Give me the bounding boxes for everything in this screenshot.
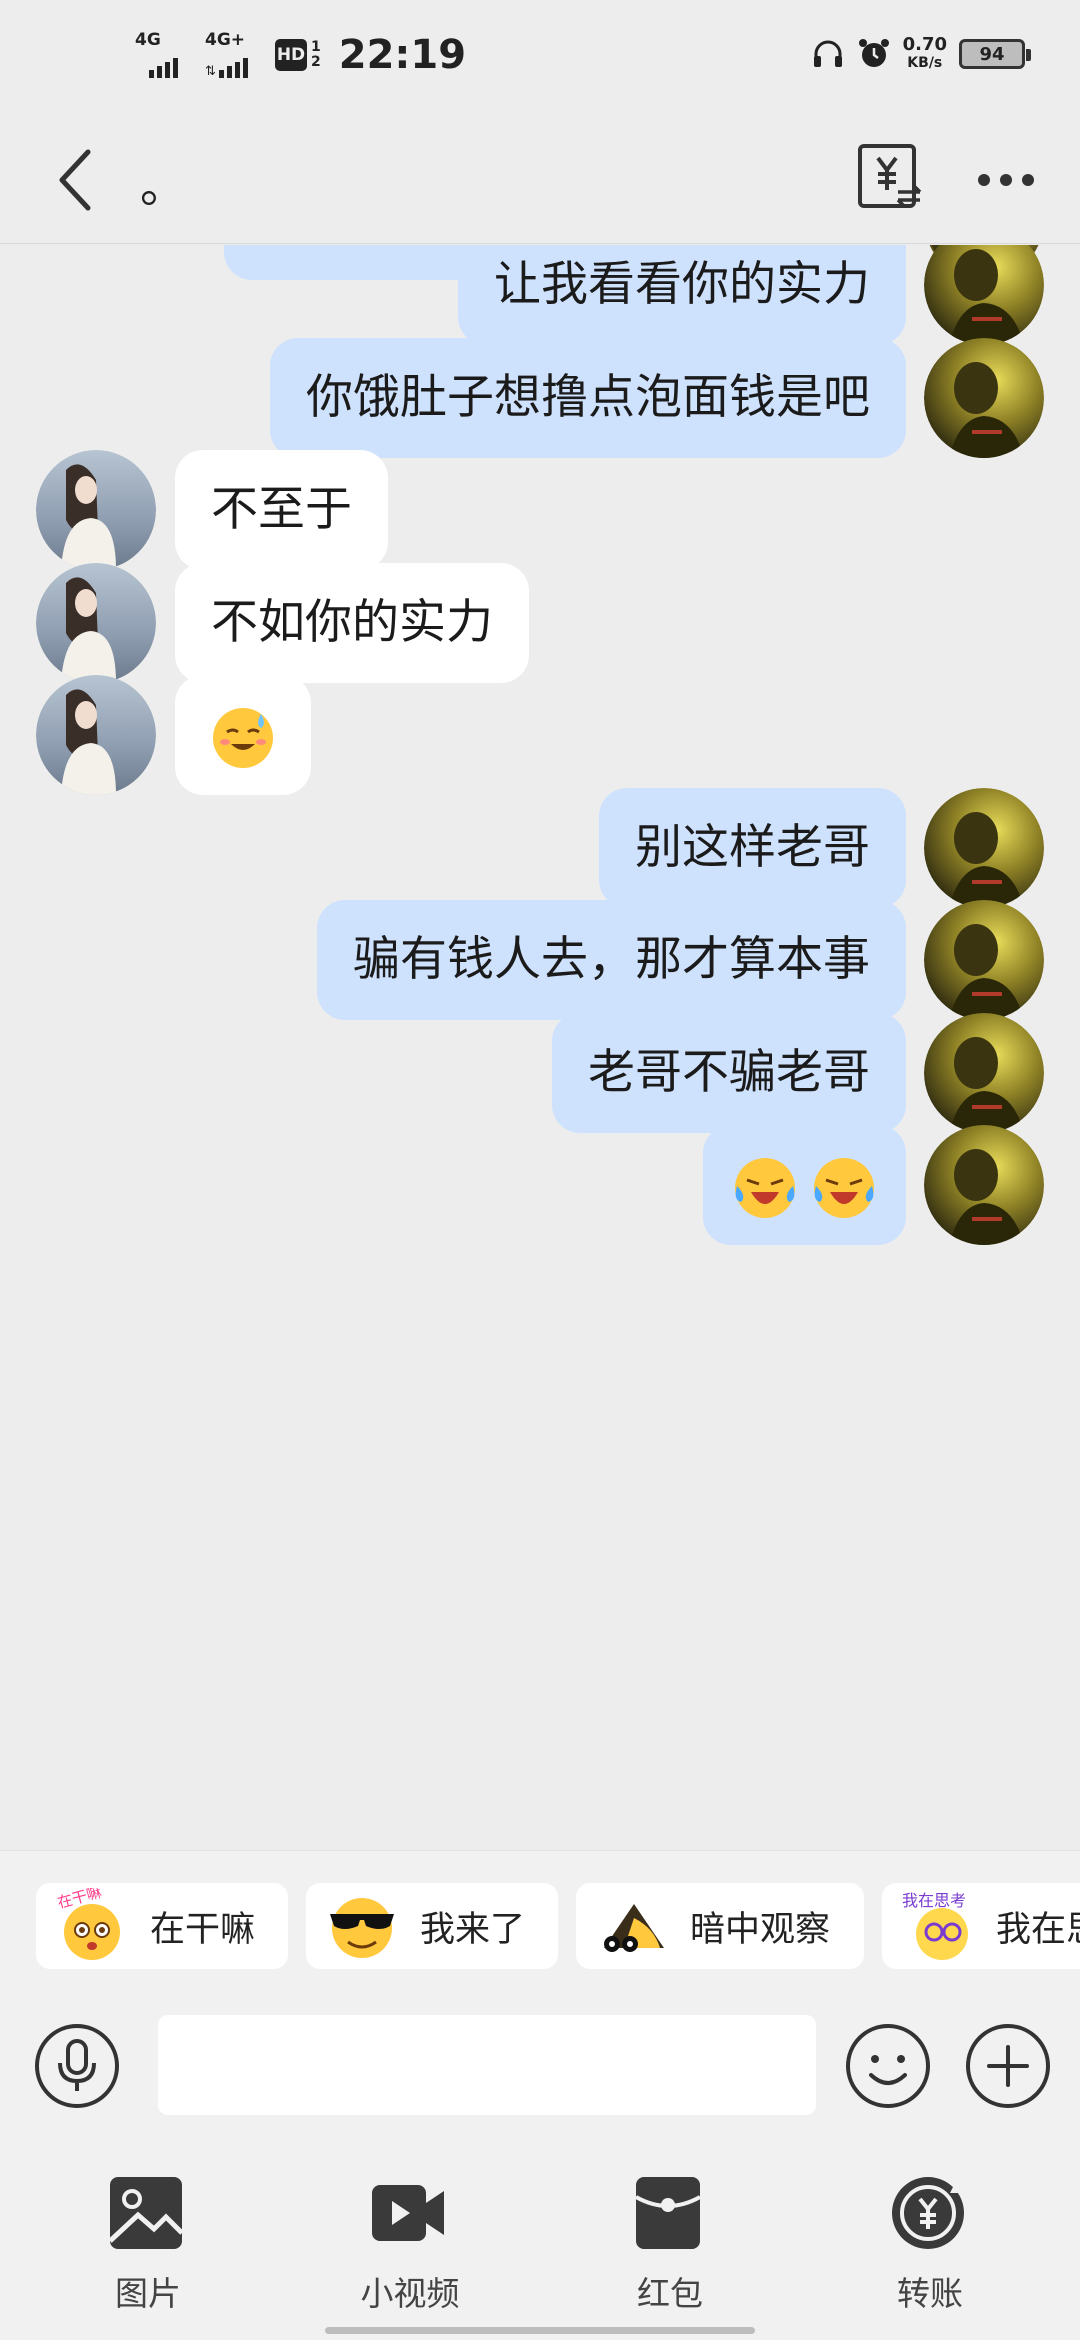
home-indicator[interactable]	[325, 2327, 755, 2334]
back-button[interactable]	[48, 140, 108, 220]
panel-item-image[interactable]: 图片	[68, 2175, 228, 2325]
quick-reply-label: 我来了	[420, 1909, 526, 1950]
my-avatar[interactable]	[924, 338, 1044, 458]
panel-item-video[interactable]: 小视频	[330, 2175, 490, 2325]
hd-label: HD	[276, 45, 306, 65]
signal-4g-plus-icon: 4G+ ⇅	[205, 30, 261, 80]
video-icon	[372, 2185, 444, 2241]
message-bubble[interactable]: 老哥不骗老哥	[552, 1013, 906, 1133]
quick-reply-label: 我在思考	[996, 1909, 1080, 1950]
sticker-icon: 我在思考	[902, 1891, 968, 1960]
net-speed-unit: KB/s	[907, 55, 943, 71]
quick-reply-chip[interactable]: 在干嘛 在干嘛	[36, 1883, 288, 1969]
my-avatar[interactable]	[924, 1013, 1044, 1133]
sticker-text: 我在思考	[902, 1891, 966, 1910]
contact-avatar[interactable]	[36, 450, 156, 570]
sticker-icon	[604, 1904, 664, 1952]
message-row: 骗有钱人去，那才算本事	[0, 900, 1080, 1020]
more-options-icon[interactable]	[975, 160, 1037, 200]
message-row: 老哥不骗老哥	[0, 1013, 1080, 1133]
hd-sim-top: 1	[311, 39, 321, 55]
contact-avatar[interactable]	[36, 563, 156, 683]
input-bar	[0, 1995, 1080, 2135]
message-row	[0, 1125, 1080, 1245]
message-row: 让我看看你的实力	[0, 245, 1080, 345]
sticker-icon: 在干嘛	[55, 1888, 120, 1960]
panel-item-label: 图片	[115, 2274, 181, 2313]
hd-sim-bottom: 2	[311, 54, 321, 70]
hd-sim-numbers: 12	[311, 40, 321, 70]
chat-header: 。	[0, 120, 1080, 244]
my-avatar[interactable]	[924, 900, 1044, 1020]
message-bubble[interactable]: 不至于	[175, 450, 388, 570]
transfer-icon	[892, 2177, 964, 2249]
quick-reply-chip[interactable]: 我来了	[306, 1883, 558, 1969]
microphone-icon[interactable]	[34, 2023, 120, 2109]
message-bubble[interactable]: 别这样老哥	[599, 788, 906, 908]
transfer-money-icon[interactable]	[856, 142, 926, 212]
message-bubble[interactable]	[703, 1125, 906, 1245]
quick-reply-chip[interactable]: 暗中观察	[576, 1883, 864, 1969]
message-bubble[interactable]	[175, 675, 311, 795]
my-avatar[interactable]	[924, 245, 1044, 345]
panel-item-transfer[interactable]: 转账	[850, 2175, 1010, 2325]
sticker-icon	[330, 1898, 394, 1958]
quick-reply-label: 暗中观察	[690, 1909, 831, 1950]
sweat-smile-emoji	[213, 707, 273, 768]
crying-laughing-emoji	[735, 1157, 796, 1218]
message-row	[0, 675, 1080, 795]
function-panel: 图片 小视频 红包 转账	[0, 2135, 1080, 2340]
message-list[interactable]: 让我看看你的实力 你饿肚子想撸点泡面钱是吧 不至于 不如你的实力 别这样老哥 骗…	[0, 245, 1080, 1845]
contact-avatar[interactable]	[36, 675, 156, 795]
image-icon	[108, 2177, 184, 2249]
emoji-icon[interactable]	[845, 2023, 931, 2109]
message-row: 不至于	[0, 450, 1080, 570]
signal-label: 4G+	[205, 30, 246, 50]
net-speed-value: 0.70	[902, 34, 947, 55]
crying-laughing-emoji	[814, 1157, 874, 1218]
hd-voice-icon: HD	[275, 39, 307, 71]
clock: 22:19	[338, 32, 467, 78]
plus-icon[interactable]	[965, 2023, 1051, 2109]
headset-icon	[813, 40, 842, 67]
message-input[interactable]	[158, 2015, 816, 2115]
panel-item-label: 小视频	[360, 2274, 460, 2313]
message-bubble[interactable]: 不如你的实力	[175, 563, 529, 683]
panel-item-red-packet[interactable]: 红包	[590, 2175, 750, 2325]
signal-4g-icon: 4G	[135, 30, 191, 80]
message-bubble[interactable]: 骗有钱人去，那才算本事	[317, 900, 906, 1020]
signal-label: 4G	[135, 30, 161, 50]
battery-level: 94	[979, 43, 1005, 65]
red-packet-icon	[635, 2177, 701, 2249]
panel-item-label: 转账	[897, 2274, 963, 2313]
my-avatar[interactable]	[924, 1125, 1044, 1245]
quick-reply-chip[interactable]: 我在思考 我在思考	[882, 1883, 1080, 1969]
message-row: 别这样老哥	[0, 788, 1080, 908]
panel-item-label: 红包	[637, 2274, 703, 2313]
battery-icon: 94	[959, 39, 1031, 69]
alarm-icon	[858, 39, 889, 67]
my-avatar[interactable]	[924, 788, 1044, 908]
quick-reply-label: 在干嘛	[150, 1909, 256, 1950]
message-bubble[interactable]: 你饿肚子想撸点泡面钱是吧	[270, 338, 906, 458]
net-speed: 0.70 KB/s	[903, 36, 947, 72]
chat-title: 。	[140, 159, 186, 213]
message-row: 不如你的实力	[0, 563, 1080, 683]
quick-reply-bar: 在干嘛 在干嘛 我来了 暗中观察 我在思考 我在思考	[0, 1850, 1080, 1995]
message-row: 你饿肚子想撸点泡面钱是吧	[0, 338, 1080, 458]
message-bubble[interactable]: 让我看看你的实力	[458, 245, 906, 345]
status-bar: 4G 4G+ ⇅ HD 12 22:19 0.70 KB/s 94	[0, 0, 1080, 120]
